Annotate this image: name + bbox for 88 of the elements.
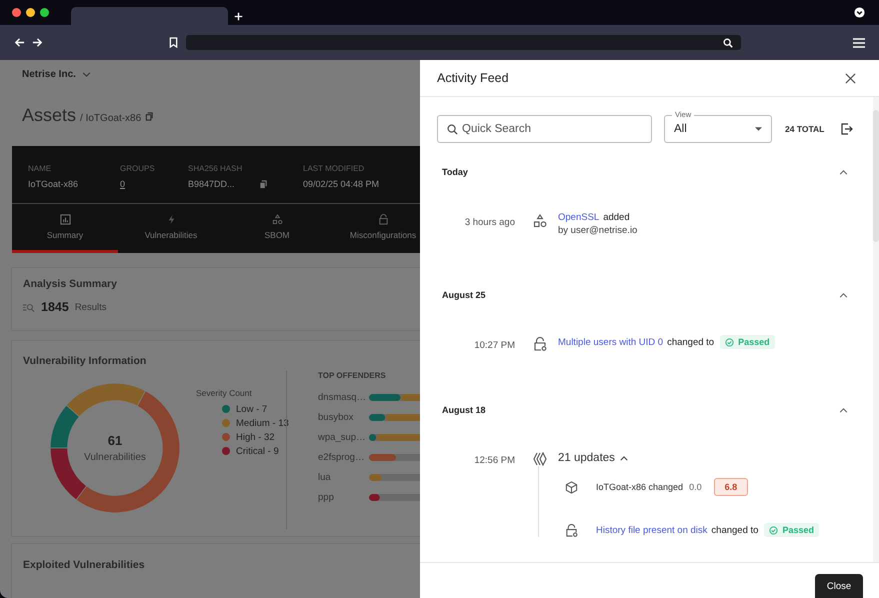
maximize-window-icon[interactable] <box>40 8 49 17</box>
field-label: NAME <box>28 164 52 173</box>
entry-time: 12:56 PM <box>473 455 515 466</box>
shapes-icon <box>533 214 547 228</box>
updates-summary[interactable]: 21 updates <box>558 452 615 464</box>
bookmark-icon[interactable] <box>169 37 178 48</box>
tab[interactable]: Summary <box>12 204 118 253</box>
chevron-down-icon[interactable] <box>82 72 91 77</box>
export-icon[interactable] <box>841 123 853 135</box>
card-title: Analysis Summary <box>23 278 118 290</box>
offender-name: ppp <box>318 492 335 502</box>
forward-icon[interactable] <box>32 37 43 48</box>
item-link[interactable]: History file present on disk <box>596 524 708 536</box>
menu-icon[interactable] <box>853 38 865 48</box>
tab-icon <box>272 214 282 225</box>
total-label: Vulnerabilities <box>84 452 146 463</box>
entry-text: added <box>603 212 630 223</box>
entry-text: IoTGoat-x86 changed <box>596 482 684 492</box>
new-tab-icon[interactable] <box>234 12 243 21</box>
scrollbar-thumb[interactable] <box>873 110 879 242</box>
old-score: 0.0 <box>689 482 702 492</box>
chevron-icon[interactable] <box>839 292 848 298</box>
tab-icon <box>378 214 388 225</box>
close-window-icon[interactable] <box>12 8 21 17</box>
drawer-title: Activity Feed <box>437 71 509 85</box>
tab[interactable]: Vulnerabilities <box>118 204 224 253</box>
item-link[interactable]: OpenSSL <box>558 212 600 223</box>
field-value: IoTGoat-x86 <box>28 179 78 189</box>
field-value: B9847DD... <box>188 179 235 189</box>
check-circle-icon <box>725 338 734 346</box>
copy-icon[interactable] <box>145 112 154 121</box>
minimize-window-icon[interactable] <box>26 8 35 17</box>
entry-time: 3 hours ago <box>464 217 515 228</box>
breadcrumb: / IoTGoat-x86 <box>80 113 142 124</box>
search-icon <box>447 124 458 135</box>
tab[interactable]: Misconfigurations <box>330 204 420 253</box>
field-label: LAST MODIFIED <box>303 164 366 173</box>
total-count: 61 <box>108 433 122 448</box>
close-button[interactable]: Close <box>815 574 863 598</box>
entry-author: by user@netrise.io <box>558 225 638 236</box>
date-heading: Today <box>442 167 468 177</box>
field-label: SHA256 HASH <box>188 164 244 173</box>
field-label: GROUPS <box>120 164 156 173</box>
caret-icon <box>755 127 762 131</box>
chevron-icon[interactable] <box>839 170 848 174</box>
copy-icon[interactable] <box>258 180 268 188</box>
tab-icon <box>60 214 70 225</box>
legend-label: Low - 7 <box>236 404 268 414</box>
entry-time: 10:27 PM <box>473 340 515 351</box>
address-field[interactable] <box>186 35 741 50</box>
field-value[interactable]: 0 <box>120 179 126 189</box>
chevrons-icon <box>533 452 547 466</box>
offender-name: busybox <box>318 412 354 422</box>
status-badge: 6.8 <box>714 478 748 496</box>
card-title: Vulnerability Information <box>23 355 148 367</box>
chevron-icon[interactable] <box>839 408 848 412</box>
search-icon[interactable] <box>723 38 733 48</box>
organization-name[interactable]: Netrise Inc. <box>22 69 76 80</box>
card-title: Exploited Vulnerabilities <box>23 559 146 571</box>
date-heading: August 25 <box>442 290 486 300</box>
results-label: Results <box>74 302 106 312</box>
offender-name: e2fsprog… <box>318 452 366 462</box>
offender-name: lua <box>318 472 332 482</box>
entry-text: changed to <box>711 524 758 536</box>
back-icon[interactable] <box>14 37 25 48</box>
check-circle-icon <box>769 526 778 534</box>
field-value: 09/02/25 04:48 PM <box>303 179 380 189</box>
legend-title: Severity Count <box>196 388 253 398</box>
results-count: 1845 <box>41 300 69 314</box>
status-badge: Passed <box>720 335 775 349</box>
cube-icon <box>565 480 578 494</box>
search-field[interactable]: Quick Search <box>437 115 652 143</box>
total-count: 24 TOTAL <box>785 124 824 134</box>
entry-text: changed to <box>667 336 714 348</box>
status-badge: Passed <box>764 523 819 537</box>
legend-label: Critical - 9 <box>236 446 279 456</box>
close-icon[interactable] <box>845 72 856 84</box>
date-heading: August 18 <box>442 405 486 415</box>
legend-label: High - 32 <box>236 432 275 442</box>
section-title: TOP OFFENDERS <box>318 371 387 380</box>
item-link[interactable]: Multiple users with UID 0 <box>558 336 664 348</box>
chevron-icon[interactable] <box>620 456 628 460</box>
results-icon <box>23 302 35 312</box>
offender-name: wpa_sup… <box>318 432 367 442</box>
caret-down-icon[interactable] <box>854 7 865 18</box>
tab[interactable]: SBOM <box>224 204 330 253</box>
page-title: Assets <box>22 105 76 126</box>
offender-name: dnsmasq… <box>318 392 368 402</box>
